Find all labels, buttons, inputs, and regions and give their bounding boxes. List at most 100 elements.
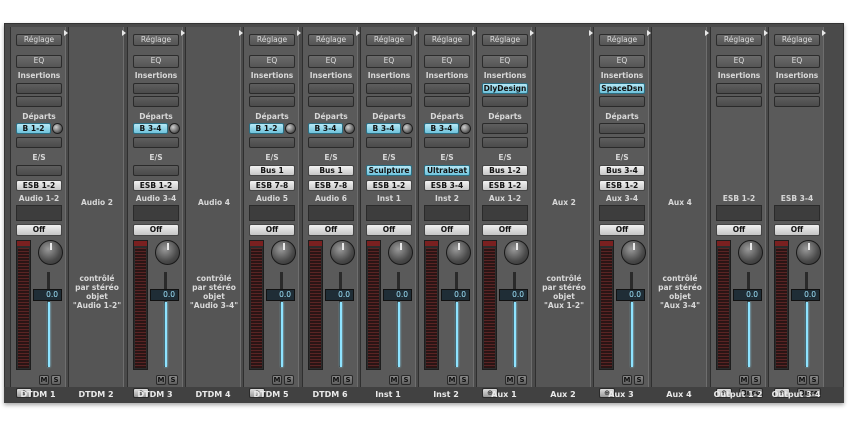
- peak-indicator[interactable]: [483, 241, 496, 246]
- setting-button[interactable]: Réglage: [482, 34, 528, 46]
- send-slot[interactable]: [482, 137, 528, 148]
- solo-button[interactable]: S: [751, 375, 761, 385]
- volume-value-field[interactable]: 0.0: [383, 289, 412, 301]
- eq-button[interactable]: EQ: [16, 55, 62, 68]
- send-slot[interactable]: [16, 137, 62, 148]
- insert-slot[interactable]: [482, 96, 528, 107]
- insert-plugin-slot[interactable]: SpaceDsn: [599, 83, 645, 94]
- setting-button[interactable]: Réglage: [716, 34, 762, 46]
- setting-button[interactable]: Réglage: [249, 34, 295, 46]
- eq-button[interactable]: EQ: [133, 55, 179, 68]
- setting-button[interactable]: Réglage: [366, 34, 412, 46]
- send-slot[interactable]: B 3-4: [308, 123, 343, 134]
- channel-strip-name[interactable]: Aux 4: [651, 390, 707, 399]
- insert-slot[interactable]: [308, 96, 354, 107]
- solo-button[interactable]: S: [517, 375, 527, 385]
- setting-button[interactable]: Réglage: [308, 34, 354, 46]
- insert-slot[interactable]: [16, 83, 62, 94]
- automation-mode-button[interactable]: Off: [424, 224, 470, 236]
- automation-mode-button[interactable]: Off: [482, 224, 528, 236]
- setting-button[interactable]: Réglage: [16, 34, 62, 46]
- insert-slot[interactable]: [424, 83, 470, 94]
- expand-triangle-icon[interactable]: [122, 30, 126, 36]
- insert-slot[interactable]: [308, 83, 354, 94]
- volume-value-field[interactable]: 0.0: [441, 289, 470, 301]
- output-slot[interactable]: ESB 1-2: [133, 180, 179, 191]
- channel-strip-name[interactable]: DTDM 3: [127, 390, 183, 399]
- send-slot[interactable]: [366, 137, 412, 148]
- eq-button[interactable]: EQ: [482, 55, 528, 68]
- insert-slot[interactable]: [249, 96, 295, 107]
- output-slot[interactable]: ESB 3-4: [424, 180, 470, 191]
- pan-knob[interactable]: [738, 240, 763, 265]
- solo-button[interactable]: S: [284, 375, 294, 385]
- setting-button[interactable]: Réglage: [133, 34, 179, 46]
- insert-slot[interactable]: [716, 83, 762, 94]
- automation-mode-button[interactable]: Off: [16, 224, 62, 236]
- eq-button[interactable]: EQ: [308, 55, 354, 68]
- eq-button[interactable]: EQ: [774, 55, 820, 68]
- input-slot[interactable]: Bus 3-4: [599, 165, 645, 176]
- peak-indicator[interactable]: [134, 241, 147, 246]
- automation-mode-button[interactable]: Off: [774, 224, 820, 236]
- solo-button[interactable]: S: [809, 375, 819, 385]
- expand-triangle-icon[interactable]: [530, 30, 534, 36]
- output-slot[interactable]: ESB 1-2: [366, 180, 412, 191]
- setting-button[interactable]: Réglage: [599, 34, 645, 46]
- output-slot[interactable]: ESB 1-2: [482, 180, 528, 191]
- pan-knob[interactable]: [504, 240, 529, 265]
- channel-strip-name[interactable]: DTDM 1: [10, 390, 66, 399]
- insert-slot[interactable]: [366, 83, 412, 94]
- send-slot[interactable]: [249, 137, 295, 148]
- volume-value-field[interactable]: 0.0: [33, 289, 62, 301]
- solo-button[interactable]: S: [168, 375, 178, 385]
- channel-strip-name[interactable]: DTDM 6: [302, 390, 358, 399]
- setting-button[interactable]: Réglage: [774, 34, 820, 46]
- peak-indicator[interactable]: [425, 241, 438, 246]
- peak-indicator[interactable]: [367, 241, 380, 246]
- peak-indicator[interactable]: [250, 241, 263, 246]
- peak-indicator[interactable]: [309, 241, 322, 246]
- send-level-knob[interactable]: [344, 123, 355, 134]
- insert-slot[interactable]: [774, 96, 820, 107]
- mute-button[interactable]: M: [739, 375, 749, 385]
- channel-strip-name[interactable]: Inst 1: [360, 390, 416, 399]
- automation-mode-button[interactable]: Off: [308, 224, 354, 236]
- automation-mode-button[interactable]: Off: [133, 224, 179, 236]
- volume-value-field[interactable]: 0.0: [266, 289, 295, 301]
- expand-triangle-icon[interactable]: [705, 30, 709, 36]
- peak-indicator[interactable]: [717, 241, 730, 246]
- channel-strip-name[interactable]: Aux 1: [476, 390, 532, 399]
- pan-knob[interactable]: [38, 240, 63, 265]
- send-level-knob[interactable]: [169, 123, 180, 134]
- insert-slot[interactable]: [249, 83, 295, 94]
- peak-indicator[interactable]: [775, 241, 788, 246]
- input-slot[interactable]: Bus 1: [308, 165, 354, 176]
- input-slot[interactable]: Bus 1: [249, 165, 295, 176]
- pan-knob[interactable]: [271, 240, 296, 265]
- send-slot[interactable]: B 3-4: [424, 123, 459, 134]
- send-level-knob[interactable]: [402, 123, 413, 134]
- input-slot[interactable]: [133, 165, 179, 176]
- insert-slot[interactable]: [774, 83, 820, 94]
- automation-mode-button[interactable]: Off: [249, 224, 295, 236]
- expand-triangle-icon[interactable]: [822, 30, 826, 36]
- mute-button[interactable]: M: [39, 375, 49, 385]
- insert-slot[interactable]: [424, 96, 470, 107]
- output-slot[interactable]: ESB 7-8: [249, 180, 295, 191]
- channel-strip-name[interactable]: Output 1-2: [710, 390, 766, 399]
- volume-value-field[interactable]: 0.0: [733, 289, 762, 301]
- insert-plugin-slot[interactable]: DlyDesign: [482, 83, 528, 94]
- pan-knob[interactable]: [621, 240, 646, 265]
- eq-button[interactable]: EQ: [599, 55, 645, 68]
- mute-button[interactable]: M: [272, 375, 282, 385]
- automation-mode-button[interactable]: Off: [716, 224, 762, 236]
- eq-button[interactable]: EQ: [424, 55, 470, 68]
- send-slot[interactable]: B 1-2: [16, 123, 51, 134]
- channel-strip-name[interactable]: Aux 3: [593, 390, 649, 399]
- volume-value-field[interactable]: 0.0: [499, 289, 528, 301]
- send-slot[interactable]: [482, 123, 528, 134]
- mute-button[interactable]: M: [331, 375, 341, 385]
- output-slot[interactable]: ESB 7-8: [308, 180, 354, 191]
- mute-button[interactable]: M: [797, 375, 807, 385]
